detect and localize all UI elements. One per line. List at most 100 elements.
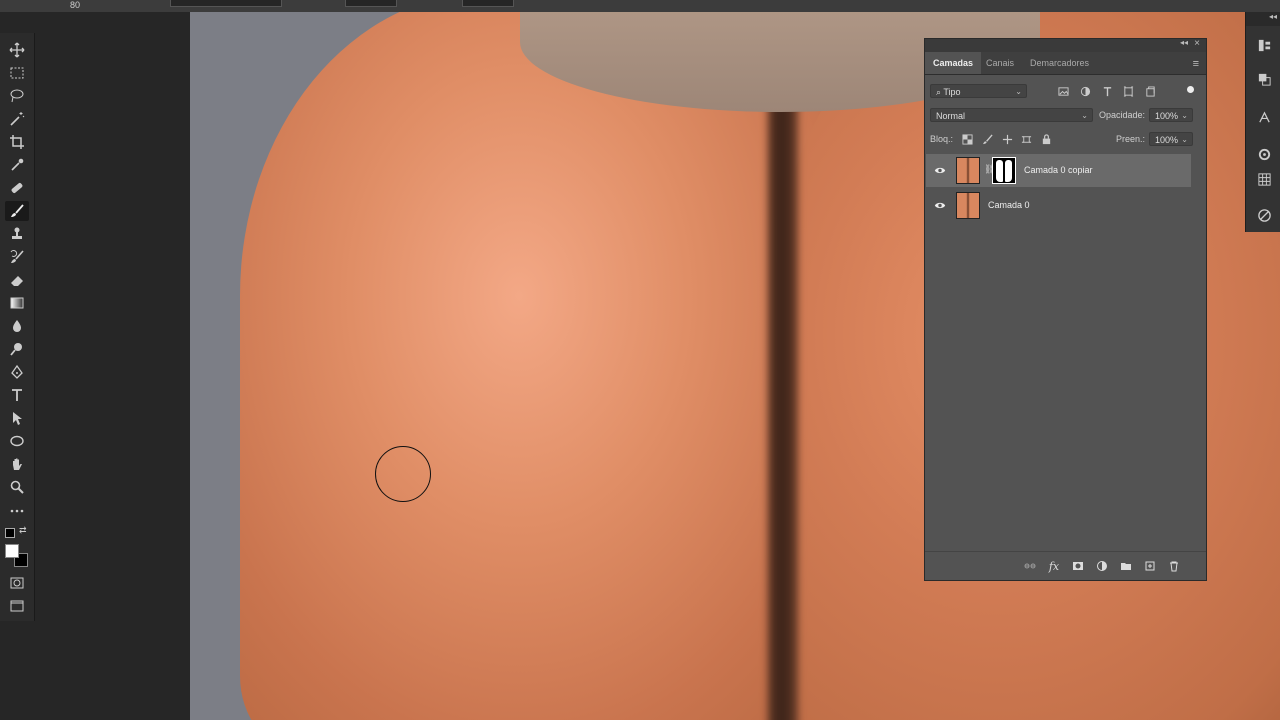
marquee-tool[interactable] (5, 63, 29, 83)
panel-close-icon[interactable]: × (1194, 38, 1200, 49)
history-brush-tool[interactable] (5, 247, 29, 267)
fill-field[interactable]: 100% ⌄ (1149, 132, 1193, 146)
blend-mode-dropdown[interactable]: Normal ⌄ (930, 108, 1093, 122)
pen-tool[interactable] (5, 362, 29, 382)
new-layer-button[interactable] (1142, 558, 1158, 574)
arrow-icon (13, 412, 22, 425)
opacity-value: 100% (1155, 111, 1179, 121)
layer-row[interactable]: Camada 0 (926, 189, 1191, 222)
lock-position-button[interactable] (1000, 132, 1014, 146)
eraser-tool[interactable] (5, 270, 29, 290)
brush-size-value[interactable]: 80 (70, 0, 80, 10)
ellipsis-icon (10, 509, 24, 513)
layers-panel-titlebar[interactable]: ◂◂ × (925, 38, 1206, 52)
panel-menu-icon[interactable]: ≡ (1193, 58, 1199, 70)
dodge-tool[interactable] (5, 339, 29, 359)
adjustment-icon (1097, 561, 1107, 571)
ellipse-tool[interactable] (5, 431, 29, 451)
visibility-eye-icon[interactable] (933, 199, 947, 211)
add-mask-button[interactable] (1070, 558, 1086, 574)
dock-collapse-button[interactable]: ◂◂ (1246, 12, 1280, 26)
foreground-color-swatch[interactable] (5, 544, 19, 558)
layer-thumbnail[interactable] (956, 157, 980, 184)
toolbar: ⇄ (0, 33, 35, 621)
link-layers-button[interactable] (1022, 558, 1038, 574)
link-icon (1024, 563, 1036, 569)
tab-canais[interactable]: Canais (978, 52, 1022, 74)
magic-wand-tool[interactable] (5, 109, 29, 129)
layer-name[interactable]: Camada 0 (988, 200, 1030, 210)
healing-brush-tool[interactable] (5, 178, 29, 198)
layer-thumbnail[interactable] (956, 192, 980, 219)
flow-field[interactable] (462, 0, 514, 7)
swap-colors-icon[interactable]: ⇄ (19, 525, 27, 536)
blend-opacity-row: Normal ⌄ Opacidade: 100% ⌄ (925, 108, 1206, 124)
properties-panel-button[interactable] (1255, 70, 1273, 88)
hand-tool[interactable] (5, 454, 29, 474)
libraries-panel-button[interactable] (1255, 145, 1273, 163)
new-layer-icon (1145, 561, 1155, 571)
blur-tool[interactable] (5, 316, 29, 336)
tab-camadas[interactable]: Camadas (925, 52, 982, 74)
path-selection-tool[interactable] (5, 408, 29, 428)
layer-filter-dropdown[interactable]: ⌕ Tipo ⌄ (930, 84, 1027, 98)
chevron-down-icon: ⌄ (1181, 111, 1188, 120)
move-tool[interactable] (5, 40, 29, 60)
fx-icon: fx (1048, 559, 1060, 573)
filter-pixel-button[interactable] (1056, 84, 1070, 98)
clone-stamp-tool[interactable] (5, 224, 29, 244)
brush-tool[interactable] (5, 201, 29, 221)
layer-mask-thumbnail[interactable] (992, 157, 1016, 184)
layer-filter-label: Tipo (943, 87, 961, 97)
default-colors-icon[interactable] (5, 528, 15, 538)
screen-mode-tool[interactable] (5, 596, 29, 616)
gradient-tool[interactable] (5, 293, 29, 313)
lock-pixels-button[interactable] (980, 132, 994, 146)
lock-fill-row: Bloq.: Preen.: 100% ⌄ (925, 132, 1206, 148)
bandage-icon (11, 183, 23, 193)
quick-mask-tool[interactable] (5, 573, 29, 593)
filter-shape-button[interactable] (1121, 84, 1135, 98)
new-adjustment-button[interactable] (1094, 558, 1110, 574)
chevron-down-icon: ⌄ (1181, 135, 1188, 144)
filter-adjustment-button[interactable] (1078, 84, 1092, 98)
right-dock: ◂◂ (1245, 12, 1280, 232)
tab-demarcadores[interactable]: Demarcadores (1022, 52, 1097, 74)
zoom-tool[interactable] (5, 477, 29, 497)
rect-marquee-icon (10, 67, 24, 79)
shape-icon (1123, 85, 1133, 97)
eyedropper-tool[interactable] (5, 155, 29, 175)
layer-name[interactable]: Camada 0 copiar (1024, 165, 1093, 175)
more-tools[interactable] (5, 501, 29, 521)
new-group-button[interactable] (1118, 558, 1134, 574)
chevron-down-icon: ⌄ (1015, 87, 1022, 96)
glyphs-panel-button[interactable] (1255, 108, 1273, 126)
history-panel-button[interactable] (1255, 36, 1273, 54)
lasso-tool[interactable] (5, 86, 29, 106)
filter-toggle-switch[interactable] (1187, 86, 1194, 93)
layers-panel-tabs: Camadas Canais Demarcadores ≡ (925, 52, 1206, 75)
canvas-photo-shadow (768, 102, 798, 720)
panel-collapse-icon[interactable]: ◂◂ (1180, 38, 1188, 47)
opacity-field[interactable]: 100% ⌄ (1149, 108, 1193, 122)
lock-artboard-button[interactable] (1019, 132, 1033, 146)
filter-smart-object-button[interactable] (1143, 84, 1157, 98)
visibility-eye-icon[interactable] (933, 164, 947, 176)
layer-style-button[interactable]: fx (1046, 558, 1062, 574)
filter-type-button[interactable] (1100, 84, 1114, 98)
opacity-field[interactable] (345, 0, 397, 7)
crop-tool[interactable] (5, 132, 29, 152)
fill-value: 100% (1155, 135, 1179, 145)
swatches-panel-button[interactable] (1255, 170, 1273, 188)
layers-panel-footer: fx (925, 551, 1206, 580)
lock-transparency-button[interactable] (960, 132, 974, 146)
zoom-icon (10, 480, 24, 494)
mode-dropdown[interactable] (170, 0, 282, 7)
adjustments-panel-button[interactable] (1255, 206, 1273, 224)
layer-row[interactable]: ⛓ Camada 0 copiar (926, 154, 1191, 187)
delete-layer-button[interactable] (1166, 558, 1182, 574)
history-icon (1258, 39, 1270, 51)
lock-all-button[interactable] (1039, 132, 1053, 146)
opacity-label: Opacidade: (1099, 110, 1146, 120)
type-tool[interactable] (5, 385, 29, 405)
